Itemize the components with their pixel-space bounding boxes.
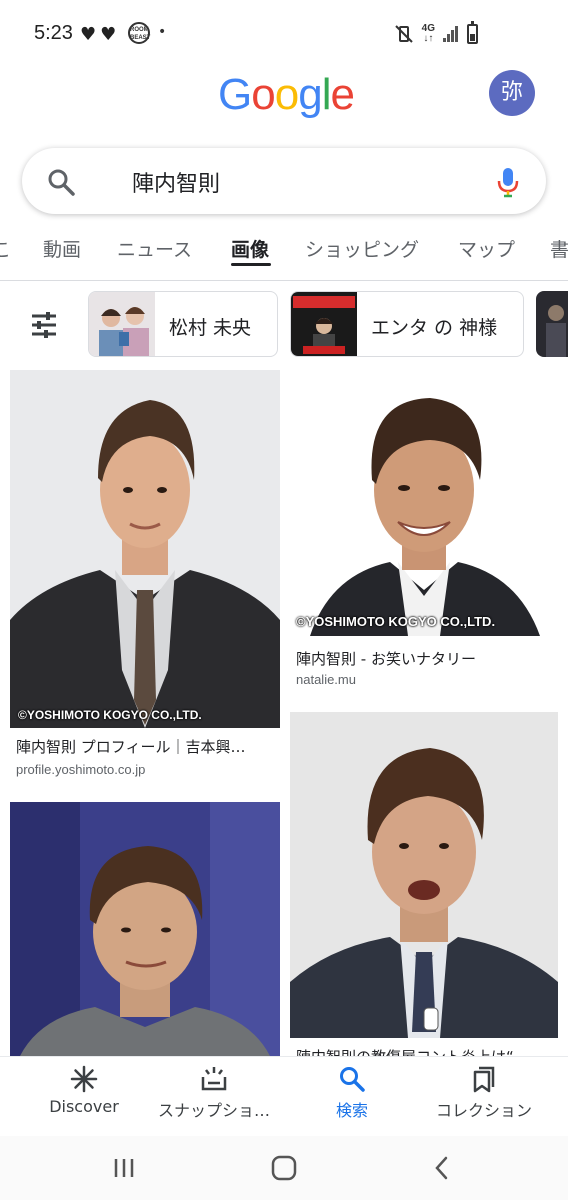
nav-label: スナップショ… xyxy=(157,1101,270,1120)
result-caption[interactable]: 陣内智則 - お笑いナタリー xyxy=(296,648,556,669)
active-tab-indicator xyxy=(231,263,271,266)
image-result[interactable]: ©YOSHIMOTO KOGYO CO.,LTD. 陣内智則 プロフィール｜吉本… xyxy=(10,370,280,780)
network-type-label: 4G xyxy=(421,23,435,34)
bottom-navigation: Discover スナップショ… 検索 コレクション xyxy=(0,1056,568,1136)
nav-label: コレクション xyxy=(435,1101,532,1120)
nav-collections[interactable]: コレクション xyxy=(414,1065,554,1121)
logo-letter: o xyxy=(251,70,276,119)
microphone-icon[interactable] xyxy=(496,166,520,198)
result-image[interactable] xyxy=(290,370,558,636)
chip-matsumura-mio[interactable]: 松村 未央 xyxy=(88,291,278,357)
logo-letter: l xyxy=(321,70,332,119)
chip-thumbnail xyxy=(89,292,155,356)
status-icons: 4G ↓↑ xyxy=(394,21,478,44)
tab-videos[interactable]: 動画 xyxy=(43,235,81,262)
image-result[interactable]: 陣内智則の教傷屋コント炎上は“ xyxy=(290,712,558,1056)
result-caption[interactable]: 陣内智則 プロフィール｜吉本興… xyxy=(16,736,278,757)
vibrate-mute-icon xyxy=(394,25,413,43)
tab-shopping[interactable]: ショッピング xyxy=(305,235,419,262)
chip-label: エンタ の 神様 xyxy=(371,317,498,339)
chip-thumbnail xyxy=(291,292,357,356)
battery-icon xyxy=(467,21,478,44)
nav-search[interactable]: 検索 xyxy=(282,1065,422,1121)
search-box[interactable]: 陣内智則 xyxy=(22,148,546,214)
result-image[interactable] xyxy=(10,802,280,1056)
nav-label: Discover xyxy=(49,1097,119,1116)
asterisk-icon xyxy=(70,1065,98,1093)
signal-icon xyxy=(443,26,459,42)
account-avatar[interactable]: 弥 xyxy=(489,70,535,116)
result-caption[interactable]: 陣内智則の教傷屋コント炎上は“ xyxy=(296,1046,556,1056)
tab-partial-left[interactable]: こ xyxy=(0,235,11,262)
image-watermark: ©YOSHIMOTO KOGYO CO.,LTD. xyxy=(296,614,496,629)
result-source[interactable]: natalie.mu xyxy=(296,672,356,687)
back-icon[interactable] xyxy=(428,1154,456,1182)
logo-letter: o xyxy=(274,70,300,119)
status-time: 5:23 xyxy=(34,22,73,44)
chip-enta-no-kamisama[interactable]: エンタ の 神様 xyxy=(290,291,524,357)
sliders-icon[interactable] xyxy=(30,312,58,338)
collections-icon xyxy=(473,1066,495,1093)
result-image[interactable] xyxy=(10,370,280,728)
image-result[interactable] xyxy=(10,802,280,1056)
network-type-icon: 4G ↓↑ xyxy=(421,23,435,44)
search-icon[interactable] xyxy=(46,167,76,197)
search-icon xyxy=(340,1067,365,1092)
tab-maps[interactable]: マップ xyxy=(458,235,515,262)
nav-discover[interactable]: Discover xyxy=(14,1065,154,1116)
logo-letter: G xyxy=(218,70,252,119)
search-query[interactable]: 陣内智則 xyxy=(132,166,220,198)
image-watermark: ©YOSHIMOTO KOGYO CO.,LTD. xyxy=(18,708,202,722)
chip-partial[interactable] xyxy=(536,291,568,357)
related-chips: 松村 未央 エンタ の 神様 xyxy=(0,290,568,358)
google-logo[interactable]: Google xyxy=(218,70,355,120)
logo-letter: e xyxy=(330,70,355,119)
search-tabs: こ 動画 ニュース 画像 ショッピング マップ 書 xyxy=(0,225,568,281)
result-image[interactable] xyxy=(290,712,558,1038)
image-result[interactable]: ©YOSHIMOTO KOGYO CO.,LTD. 陣内智則 - お笑いナタリー… xyxy=(290,370,558,700)
tab-news[interactable]: ニュース xyxy=(117,235,192,262)
result-source[interactable]: profile.yoshimoto.co.jp xyxy=(16,762,145,777)
chip-thumbnail xyxy=(536,291,568,357)
logo-letter: g xyxy=(298,70,323,119)
system-navigation-bar xyxy=(0,1136,568,1200)
heart-icons: ♥♥ xyxy=(80,24,121,45)
snapshot-icon xyxy=(201,1067,227,1091)
chip-label: 松村 未央 xyxy=(169,317,252,339)
nav-label: 検索 xyxy=(335,1101,368,1120)
more-notifications-dot: • xyxy=(158,24,167,40)
tab-books[interactable]: 書 xyxy=(550,235,568,262)
home-icon[interactable] xyxy=(270,1154,298,1182)
recent-apps-icon[interactable] xyxy=(110,1154,138,1182)
status-bar: 5:23 ♥♥ ROOM BEAST • 4G ↓↑ xyxy=(0,0,568,68)
app-notification-icon: ROOM BEAST xyxy=(128,22,150,44)
tab-images[interactable]: 画像 xyxy=(231,235,269,262)
nav-snapshot[interactable]: スナップショ… xyxy=(144,1065,284,1121)
